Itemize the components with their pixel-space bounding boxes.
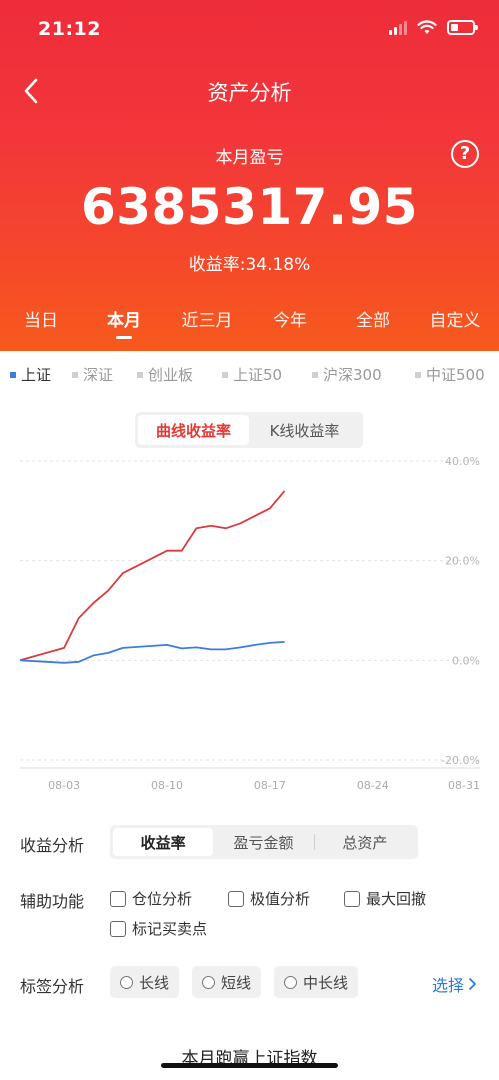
select-tags-link[interactable]: 选择 <box>432 972 477 996</box>
extreme-analysis-checkbox[interactable]: 极值分析 <box>228 888 310 909</box>
analysis-segmented-control: 收益率 盈亏金额 总资产 <box>110 825 418 859</box>
checkbox-label: 仓位分析 <box>132 890 193 908</box>
checkbox-box <box>110 920 126 937</box>
checkbox-box <box>110 890 126 907</box>
index-tab-csi500[interactable]: 中证500 <box>415 364 485 385</box>
checkbox-label: 极值分析 <box>250 890 311 908</box>
tags-label: 标签分析 <box>20 977 85 996</box>
period-tabs: 当日 本月 近三月 今年 全部 自定义 <box>0 306 499 342</box>
mark-trades-checkbox[interactable]: 标记买卖点 <box>110 918 207 939</box>
curve-return-tab[interactable]: 曲线收益率 <box>138 415 249 445</box>
index-marker <box>72 371 78 378</box>
pl-label: 本月盈亏 <box>215 148 284 168</box>
tab-this-year[interactable]: 今年 <box>250 306 330 331</box>
tab-all[interactable]: 全部 <box>333 306 413 331</box>
position-analysis-checkbox[interactable]: 仓位分析 <box>110 888 192 909</box>
x-tick-label: 08-17 <box>254 779 286 792</box>
status-bar: 21:12 <box>0 0 499 60</box>
active-tab-indicator <box>116 336 132 339</box>
radio-icon <box>120 975 133 989</box>
tab-last-three-months[interactable]: 近三月 <box>167 306 247 331</box>
x-tick-label: 08-03 <box>48 779 80 792</box>
checkbox-label: 最大回撤 <box>366 890 427 908</box>
y-tick-label: 0.0% <box>452 654 480 667</box>
help-icon[interactable]: ? <box>451 140 479 168</box>
page-title: 资产分析 <box>207 81 292 105</box>
index-tab-shanghai[interactable]: 上证 <box>10 364 51 385</box>
y-tick-label: 20.0% <box>445 555 480 568</box>
portfolio-return-line <box>19 490 286 662</box>
kline-return-tab[interactable]: K线收益率 <box>249 415 360 445</box>
x-tick-label: 08-31 <box>448 779 480 792</box>
status-icons <box>389 20 478 35</box>
cellular-signal-icon <box>389 20 407 35</box>
index-return-line <box>19 641 285 664</box>
x-tick-label: 08-10 <box>151 779 183 792</box>
index-marker <box>415 371 421 378</box>
return-rate: 收益率:34.18% <box>188 255 311 275</box>
nav-bar: 资产分析 <box>0 70 499 110</box>
checkbox-box <box>344 890 360 907</box>
index-tab-csi300[interactable]: 沪深300 <box>312 364 382 385</box>
return-chart: 40.0% 20.0% 0.0% -20.0% 08-03 08-10 08-17 08-24… <box>19 455 480 792</box>
chart-type-toggle: 曲线收益率 K线收益率 <box>135 412 363 448</box>
radio-icon <box>284 975 297 989</box>
index-tab-sse50[interactable]: 上证50 <box>222 364 282 385</box>
analysis-option-return-rate[interactable]: 收益率 <box>113 828 214 856</box>
y-tick-label: -20.0% <box>441 754 480 767</box>
tab-today[interactable]: 当日 <box>1 306 81 331</box>
analysis-option-pl-amount[interactable]: 盈亏金额 <box>213 828 313 856</box>
index-tab-chinext[interactable]: 创业板 <box>137 364 193 385</box>
index-marker <box>312 371 318 378</box>
index-marker <box>137 371 143 378</box>
x-tick-label: 08-24 <box>357 779 389 792</box>
index-marker <box>222 371 228 378</box>
tab-custom[interactable]: 自定义 <box>415 306 495 331</box>
battery-icon <box>447 20 478 35</box>
aux-label: 辅助功能 <box>20 892 85 911</box>
checkbox-label: 标记买卖点 <box>132 920 208 938</box>
home-indicator <box>161 1063 338 1068</box>
status-time: 21:12 <box>38 18 101 40</box>
tag-mid-long-term[interactable]: 中长线 <box>274 966 359 998</box>
y-tick-label: 40.0% <box>445 455 480 468</box>
checkbox-box <box>228 890 244 907</box>
tag-long-term[interactable]: 长线 <box>110 966 180 998</box>
radio-icon <box>202 975 215 989</box>
tab-this-month[interactable]: 本月 <box>84 306 164 339</box>
analysis-label: 收益分析 <box>20 836 85 855</box>
pl-amount: 6385317.95 <box>80 178 419 236</box>
chevron-right-icon <box>469 978 476 990</box>
max-drawdown-checkbox[interactable]: 最大回撤 <box>344 888 426 909</box>
wifi-icon <box>417 20 437 34</box>
index-tabs: 上证 深证 创业板 上证50 沪深300 中证500 <box>0 364 499 392</box>
index-tab-shenzhen[interactable]: 深证 <box>72 364 113 385</box>
header: 21:12 资产分析 本月盈亏 ? 6385317.95 收益率:34.18% … <box>0 0 499 351</box>
analysis-option-total-assets[interactable]: 总资产 <box>315 828 415 856</box>
tag-short-term[interactable]: 短线 <box>192 966 262 998</box>
index-marker <box>10 371 16 378</box>
